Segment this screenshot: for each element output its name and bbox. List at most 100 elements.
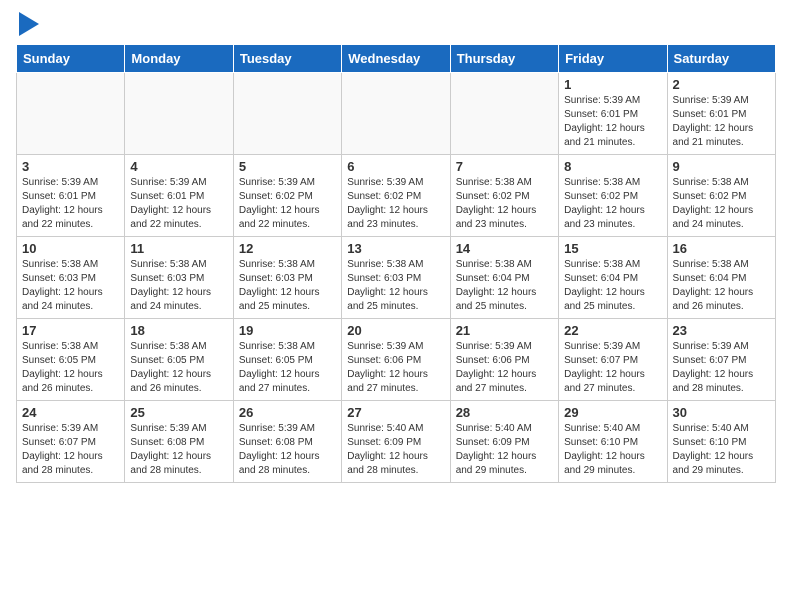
day-info: Sunrise: 5:38 AM Sunset: 6:03 PM Dayligh…	[347, 258, 444, 314]
day-info: Sunrise: 5:39 AM Sunset: 6:01 PM Dayligh…	[22, 176, 119, 232]
day-info: Sunrise: 5:40 AM Sunset: 6:09 PM Dayligh…	[456, 422, 553, 478]
calendar-cell	[125, 73, 233, 155]
day-number: 21	[456, 323, 553, 338]
day-number: 24	[22, 405, 119, 420]
week-row-3: 17 Sunrise: 5:38 AM Sunset: 6:05 PM Dayli…	[17, 319, 776, 401]
day-number: 1	[564, 77, 661, 92]
calendar-cell: 8Sunrise: 5:38 AM Sunset: 6:02 PM Daylig…	[559, 155, 667, 237]
day-number: 26	[239, 405, 336, 420]
day-info: Sunrise: 5:40 AM Sunset: 6:10 PM Dayligh…	[564, 422, 661, 478]
calendar-cell: 7 Sunrise: 5:38 AM Sunset: 6:02 PM Daylig…	[450, 155, 558, 237]
day-number: 2	[673, 77, 770, 92]
calendar-header-saturday: Saturday	[667, 45, 775, 73]
calendar-header-friday: Friday	[559, 45, 667, 73]
day-info: Sunrise: 5:39 AM Sunset: 6:06 PM Dayligh…	[456, 340, 553, 396]
calendar-cell: 29 Sunrise: 5:40 AM Sunset: 6:10 PM Dayli…	[559, 401, 667, 483]
calendar-table: SundayMondayTuesdayWednesdayThursdayFrid…	[16, 44, 776, 483]
day-info: Sunrise: 5:39 AM Sunset: 6:01 PM Dayligh…	[673, 94, 770, 150]
day-info: Sunrise: 5:39 AM Sunset: 6:07 PM Dayligh…	[673, 340, 770, 396]
day-info: Sunrise: 5:38 AM Sunset: 6:05 PM Dayligh…	[22, 340, 119, 396]
day-info: Sunrise: 5:39 AM Sunset: 6:07 PM Dayligh…	[22, 422, 119, 478]
day-info: Sunrise: 5:39 AM Sunset: 6:02 PM Dayligh…	[239, 176, 336, 232]
day-number: 28	[456, 405, 553, 420]
calendar-cell: 11 Sunrise: 5:38 AM Sunset: 6:03 PM Dayli…	[125, 237, 233, 319]
calendar-cell: 19 Sunrise: 5:38 AM Sunset: 6:05 PM Dayli…	[233, 319, 341, 401]
day-number: 20	[347, 323, 444, 338]
day-info: Sunrise: 5:38 AM Sunset: 6:03 PM Dayligh…	[22, 258, 119, 314]
day-info: Sunrise: 5:39 AM Sunset: 6:06 PM Dayligh…	[347, 340, 444, 396]
day-number: 25	[130, 405, 227, 420]
calendar-cell: 24 Sunrise: 5:39 AM Sunset: 6:07 PM Dayli…	[17, 401, 125, 483]
day-info: Sunrise: 5:38 AM Sunset: 6:03 PM Dayligh…	[239, 258, 336, 314]
logo	[16, 16, 39, 36]
day-info: Sunrise: 5:39 AM Sunset: 6:01 PM Dayligh…	[564, 94, 661, 150]
day-number: 16	[673, 241, 770, 256]
day-number: 17	[22, 323, 119, 338]
calendar-cell: 3 Sunrise: 5:39 AM Sunset: 6:01 PM Daylig…	[17, 155, 125, 237]
day-info: Sunrise: 5:39 AM Sunset: 6:08 PM Dayligh…	[130, 422, 227, 478]
day-info: Sunrise: 5:38 AM Sunset: 6:02 PM Dayligh…	[456, 176, 553, 232]
calendar-header-wednesday: Wednesday	[342, 45, 450, 73]
calendar-cell: 27 Sunrise: 5:40 AM Sunset: 6:09 PM Dayli…	[342, 401, 450, 483]
calendar-cell: 16 Sunrise: 5:38 AM Sunset: 6:04 PM Dayli…	[667, 237, 775, 319]
day-number: 30	[673, 405, 770, 420]
calendar-cell	[342, 73, 450, 155]
calendar-cell: 22 Sunrise: 5:39 AM Sunset: 6:07 PM Dayli…	[559, 319, 667, 401]
calendar-cell: 9Sunrise: 5:38 AM Sunset: 6:02 PM Daylig…	[667, 155, 775, 237]
day-number: 18	[130, 323, 227, 338]
calendar-header-monday: Monday	[125, 45, 233, 73]
calendar-header-sunday: Sunday	[17, 45, 125, 73]
day-number: 9	[673, 159, 770, 174]
calendar-cell: 6 Sunrise: 5:39 AM Sunset: 6:02 PM Daylig…	[342, 155, 450, 237]
calendar-cell: 15 Sunrise: 5:38 AM Sunset: 6:04 PM Dayli…	[559, 237, 667, 319]
calendar-cell	[450, 73, 558, 155]
day-number: 6	[347, 159, 444, 174]
day-number: 11	[130, 241, 227, 256]
day-info: Sunrise: 5:39 AM Sunset: 6:02 PM Dayligh…	[347, 176, 444, 232]
logo-arrow-icon	[19, 12, 39, 36]
calendar-header-row: SundayMondayTuesdayWednesdayThursdayFrid…	[17, 45, 776, 73]
calendar-cell: 21 Sunrise: 5:39 AM Sunset: 6:06 PM Dayli…	[450, 319, 558, 401]
day-info: Sunrise: 5:38 AM Sunset: 6:04 PM Dayligh…	[456, 258, 553, 314]
day-info: Sunrise: 5:38 AM Sunset: 6:04 PM Dayligh…	[564, 258, 661, 314]
day-info: Sunrise: 5:38 AM Sunset: 6:05 PM Dayligh…	[239, 340, 336, 396]
week-row-4: 24 Sunrise: 5:39 AM Sunset: 6:07 PM Dayli…	[17, 401, 776, 483]
calendar-cell: 5 Sunrise: 5:39 AM Sunset: 6:02 PM Daylig…	[233, 155, 341, 237]
week-row-1: 3 Sunrise: 5:39 AM Sunset: 6:01 PM Daylig…	[17, 155, 776, 237]
day-number: 27	[347, 405, 444, 420]
calendar-cell: 30 Sunrise: 5:40 AM Sunset: 6:10 PM Dayli…	[667, 401, 775, 483]
day-info: Sunrise: 5:39 AM Sunset: 6:01 PM Dayligh…	[130, 176, 227, 232]
calendar-cell: 13 Sunrise: 5:38 AM Sunset: 6:03 PM Dayli…	[342, 237, 450, 319]
day-info: Sunrise: 5:38 AM Sunset: 6:05 PM Dayligh…	[130, 340, 227, 396]
week-row-2: 10 Sunrise: 5:38 AM Sunset: 6:03 PM Dayli…	[17, 237, 776, 319]
calendar-header-tuesday: Tuesday	[233, 45, 341, 73]
day-number: 10	[22, 241, 119, 256]
day-number: 29	[564, 405, 661, 420]
day-number: 5	[239, 159, 336, 174]
calendar-cell: 1 Sunrise: 5:39 AM Sunset: 6:01 PM Daylig…	[559, 73, 667, 155]
calendar-cell: 26 Sunrise: 5:39 AM Sunset: 6:08 PM Dayli…	[233, 401, 341, 483]
day-info: Sunrise: 5:39 AM Sunset: 6:08 PM Dayligh…	[239, 422, 336, 478]
calendar-cell: 28 Sunrise: 5:40 AM Sunset: 6:09 PM Dayli…	[450, 401, 558, 483]
calendar-cell: 12 Sunrise: 5:38 AM Sunset: 6:03 PM Dayli…	[233, 237, 341, 319]
day-info: Sunrise: 5:39 AM Sunset: 6:07 PM Dayligh…	[564, 340, 661, 396]
day-info: Sunrise: 5:40 AM Sunset: 6:10 PM Dayligh…	[673, 422, 770, 478]
week-row-0: 1 Sunrise: 5:39 AM Sunset: 6:01 PM Daylig…	[17, 73, 776, 155]
calendar-cell	[17, 73, 125, 155]
calendar-cell: 18 Sunrise: 5:38 AM Sunset: 6:05 PM Dayli…	[125, 319, 233, 401]
day-number: 3	[22, 159, 119, 174]
day-number: 15	[564, 241, 661, 256]
day-number: 7	[456, 159, 553, 174]
day-info: Sunrise: 5:40 AM Sunset: 6:09 PM Dayligh…	[347, 422, 444, 478]
calendar-cell: 20 Sunrise: 5:39 AM Sunset: 6:06 PM Dayli…	[342, 319, 450, 401]
day-info: Sunrise: 5:38 AM Sunset: 6:04 PM Dayligh…	[673, 258, 770, 314]
day-number: 8	[564, 159, 661, 174]
day-number: 4	[130, 159, 227, 174]
day-number: 13	[347, 241, 444, 256]
calendar-cell	[233, 73, 341, 155]
day-number: 12	[239, 241, 336, 256]
day-info: Sunrise: 5:38 AM Sunset: 6:03 PM Dayligh…	[130, 258, 227, 314]
calendar-cell: 2 Sunrise: 5:39 AM Sunset: 6:01 PM Daylig…	[667, 73, 775, 155]
day-number: 22	[564, 323, 661, 338]
day-number: 19	[239, 323, 336, 338]
